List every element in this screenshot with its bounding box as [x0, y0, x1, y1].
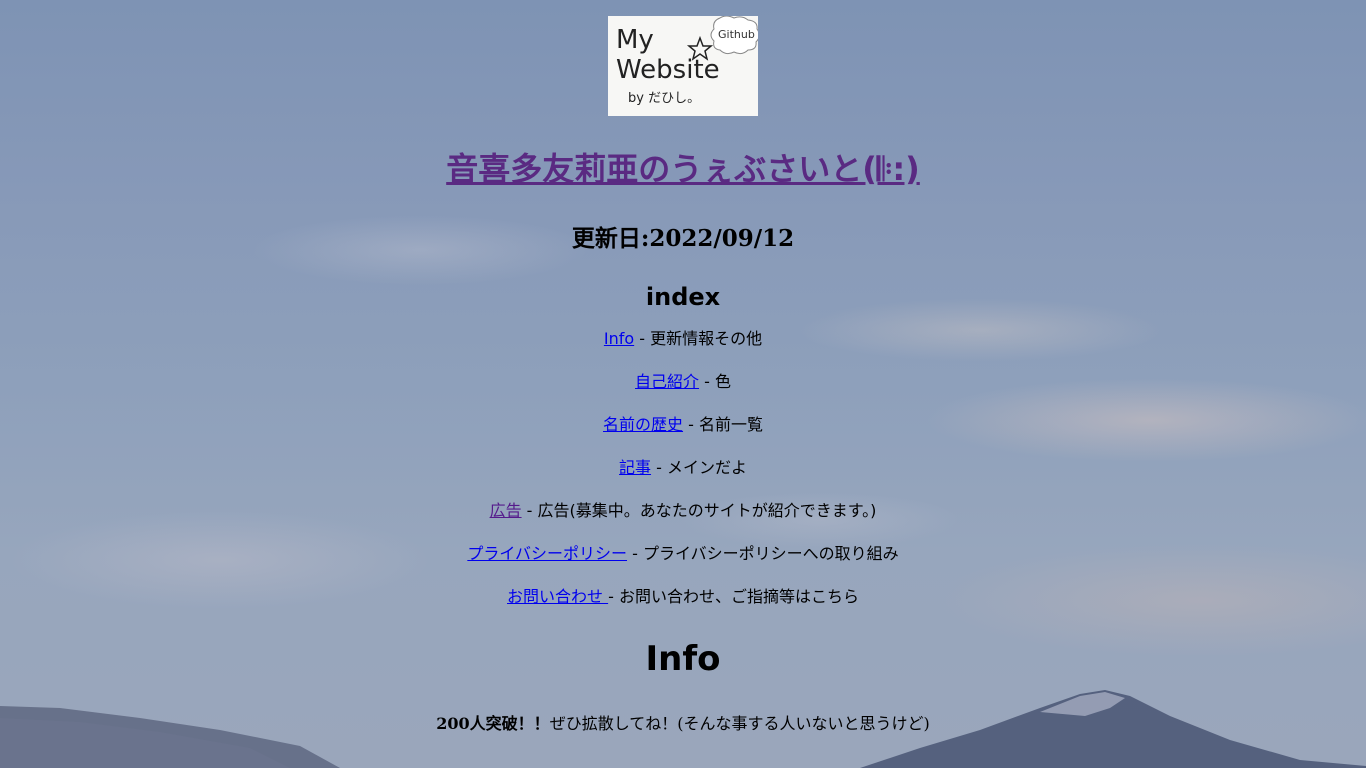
- info-text: 200人突破！！ぜひ拡散してね！(そんな事する人いないと思うけど): [0, 713, 1366, 735]
- index-item-desc: - 色: [699, 372, 731, 391]
- index-item-info: Info - 更新情報その他: [0, 328, 1366, 371]
- index-heading: index: [645, 283, 721, 311]
- contact-link[interactable]: お問い合わせ: [507, 587, 608, 606]
- index-item-desc: - お問い合わせ、ご指摘等はこちら: [608, 587, 859, 606]
- update-date: 更新日:2022/09/12: [571, 225, 795, 252]
- info-heading: Info: [645, 639, 721, 679]
- profile-link[interactable]: 自己紹介: [635, 372, 699, 391]
- index-item-desc: - 名前一覧: [683, 415, 763, 434]
- logo-graphic: My Github Website by だひし。: [616, 16, 758, 106]
- info-message: ぜひ拡散してね！(そんな事する人いないと思うけど): [549, 714, 930, 733]
- privacy-policy-link[interactable]: プライバシーポリシー: [467, 544, 627, 563]
- svg-text:Github: Github: [718, 28, 755, 41]
- svg-text:by だひし。: by だひし。: [628, 91, 700, 106]
- articles-link[interactable]: 記事: [619, 458, 651, 477]
- ads-link[interactable]: 広告: [490, 501, 522, 520]
- index-item-desc: - 広告(募集中。あなたのサイトが紹介できます。): [521, 501, 877, 520]
- index-list: Info - 更新情報その他 自己紹介 - 色 名前の歴史 - 名前一覧 記事 …: [0, 328, 1366, 629]
- page-content: My Github Website by だひし。 音喜多友莉亜のうぇぶさいと(…: [0, 0, 1366, 735]
- site-logo[interactable]: My Github Website by だひし。: [608, 16, 758, 116]
- index-item-privacy: プライバシーポリシー - プライバシーポリシーへの取り組み: [0, 543, 1366, 586]
- index-item-name-history: 名前の歴史 - 名前一覧: [0, 414, 1366, 457]
- index-item-desc: - プライバシーポリシーへの取り組み: [627, 544, 899, 563]
- info-link[interactable]: Info: [604, 329, 634, 348]
- index-item-articles: 記事 - メインだよ: [0, 457, 1366, 500]
- index-item-contact: お問い合わせ - お問い合わせ、ご指摘等はこちら: [0, 586, 1366, 629]
- index-item-desc: - メインだよ: [651, 458, 747, 477]
- index-item-profile: 自己紹介 - 色: [0, 371, 1366, 414]
- svg-text:Website: Website: [616, 55, 720, 85]
- logo-container: My Github Website by だひし。: [0, 0, 1366, 116]
- name-history-link[interactable]: 名前の歴史: [603, 415, 683, 434]
- info-highlight: 200人突破！！: [436, 714, 550, 733]
- site-title-link[interactable]: 音喜多友莉亜のうぇぶさいと(𝄆:): [446, 150, 920, 188]
- site-title: 音喜多友莉亜のうぇぶさいと(𝄆:): [0, 148, 1366, 190]
- svg-text:My: My: [616, 25, 654, 55]
- index-item-desc: - 更新情報その他: [634, 329, 763, 348]
- index-item-ads: 広告 - 広告(募集中。あなたのサイトが紹介できます。): [0, 500, 1366, 543]
